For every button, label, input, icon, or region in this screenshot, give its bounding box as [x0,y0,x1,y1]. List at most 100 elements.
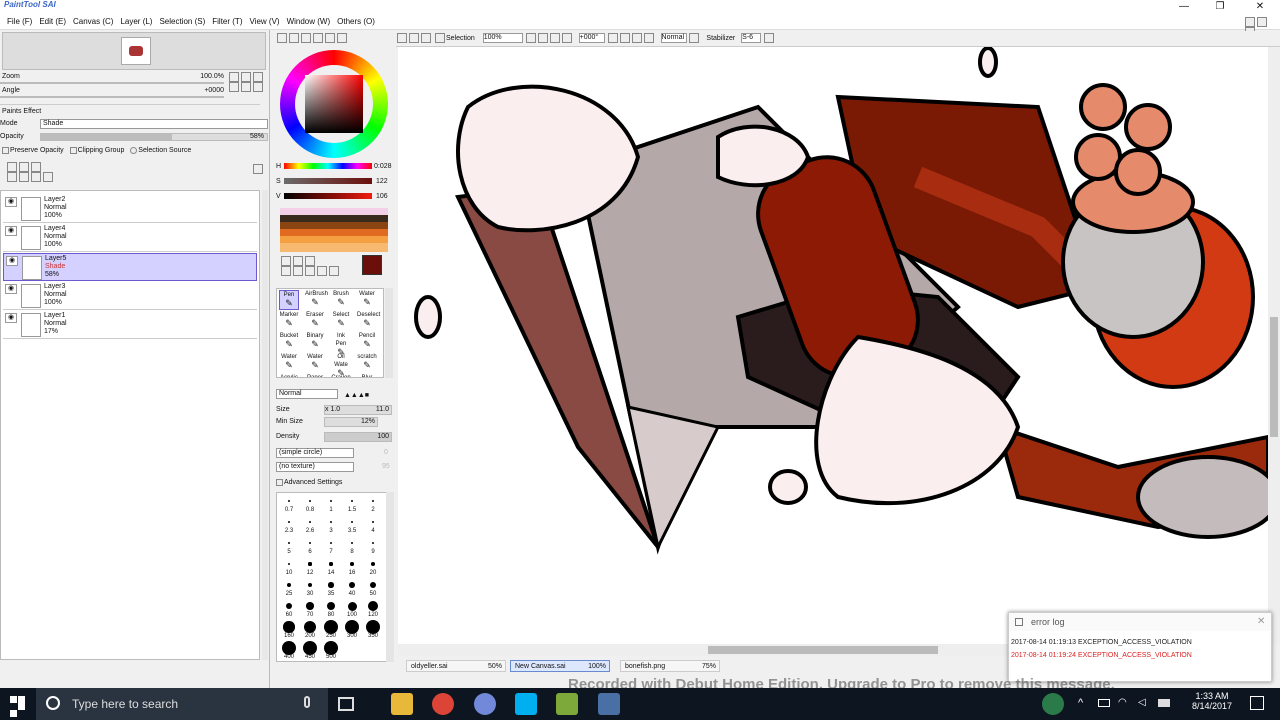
brush-size-dot[interactable] [288,500,290,502]
menu-item[interactable]: Filter (T) [212,14,242,30]
color-palette-icon[interactable] [313,33,323,43]
delete-layer-icon[interactable] [43,172,53,182]
close-button[interactable]: ✕ [1250,0,1270,14]
brush-size-dot[interactable] [309,521,311,523]
layer-list-scrollbar[interactable] [262,190,268,660]
tool-acrylic[interactable]: Acrylic✎ [279,374,299,377]
brush-size-dot[interactable] [309,500,311,502]
tool-water[interactable]: Water ✎ [279,353,299,373]
invert-selection-icon[interactable] [421,33,431,44]
blend-mode-select[interactable]: Normal [276,389,338,399]
zoom-icon[interactable] [293,266,303,276]
tool-blur[interactable]: Blur✎ [357,374,377,377]
move-icon[interactable] [281,266,291,276]
new-folder-icon[interactable] [31,162,41,172]
tool-water[interactable]: Water ✎ [305,353,325,373]
brush-size-dot[interactable] [308,562,312,566]
brush-size-dot[interactable] [368,601,378,611]
rect-select-icon[interactable] [281,256,291,266]
brush-size-dot[interactable] [369,581,377,589]
visibility-eye-icon[interactable]: ◉ [5,226,17,236]
scratchpad-icon[interactable] [337,33,347,43]
brush-size-dot[interactable] [372,500,374,502]
debut-recorder-icon[interactable] [598,693,620,715]
rotate-right-icon[interactable] [241,82,251,92]
tool-brush[interactable]: Brush ✎ [331,290,351,310]
advanced-settings-row[interactable]: Advanced Settings [272,476,396,490]
mode-select[interactable]: Shade [40,119,268,129]
error-log-close-icon[interactable]: ✕ [1257,616,1265,627]
tool-deselect[interactable]: Deselect ✎ [357,311,380,331]
tool-ink-pen[interactable]: Ink Pen ✎ [331,332,351,357]
rotate-left-icon[interactable] [229,82,239,92]
angle-slider[interactable] [0,96,224,98]
tray-overflow-icon[interactable]: ^ [1078,697,1083,709]
deselect-icon[interactable] [397,33,407,44]
color-wheel[interactable] [280,50,388,158]
keyboard-icon[interactable] [1158,699,1170,707]
menu-item[interactable]: Canvas (C) [73,14,113,30]
brush-size-dot[interactable] [351,521,353,523]
tool-bucket[interactable]: Bucket ✎ [279,332,299,352]
volume-icon[interactable]: ◁ [1138,697,1146,708]
brush-size-dot[interactable] [303,641,317,655]
hsv-sliders-icon[interactable] [301,33,311,43]
tool-airbrush[interactable]: AirBrush ✎ [305,290,328,310]
brush-size-dot[interactable] [371,541,375,545]
brush-size-dot[interactable] [329,541,333,545]
brush-size-dot[interactable] [350,562,354,566]
tool-select[interactable]: Select ✎ [331,311,351,331]
brush-size-dot[interactable] [307,582,313,588]
visibility-eye-icon[interactable]: ◉ [5,197,17,207]
canvas-mode-dropdown-icon[interactable] [689,33,700,44]
menu-item[interactable]: Others (O) [337,14,375,30]
tool-scratch[interactable]: scratch ✎ [357,353,377,373]
mdi-minimize-icon[interactable] [1245,17,1255,27]
rotate-reset-icon[interactable] [253,82,263,92]
document-tab[interactable]: oldyeller.sai 50% [406,660,506,672]
menu-item[interactable]: Selection (S) [159,14,205,30]
hue-slider[interactable] [284,163,372,169]
new-layer-icon[interactable] [7,162,17,172]
hand-icon[interactable] [317,266,327,276]
value-slider[interactable] [284,193,372,199]
tool-pencil[interactable]: Pencil ✎ [357,332,377,352]
document-tab[interactable]: bonefish.png 75% [620,660,720,672]
brush-shape-buttons[interactable]: ▲▲▲■ [344,389,388,399]
brush-size-dot[interactable] [330,521,332,523]
lasso-icon[interactable] [293,256,303,266]
texture-select[interactable]: (no texture) [276,462,354,472]
rotate-ccw-icon[interactable] [607,33,618,44]
windows-start-icon[interactable] [10,696,26,717]
mdi-restore-icon[interactable] [1257,17,1267,27]
tool-marker[interactable]: Marker ✎ [279,311,299,331]
swatches-icon[interactable] [325,33,335,43]
wifi-icon[interactable]: ◠ [1118,697,1127,708]
size-multiplier[interactable]: x 1.0 [325,406,340,413]
zoom-in-icon[interactable] [241,72,251,82]
size-slider[interactable]: x 1.0 11.0 [324,405,392,415]
zoom-out-small-icon[interactable] [525,33,536,44]
tool-eraser[interactable]: Eraser ✎ [305,311,325,331]
selection-checkbox[interactable] [434,33,445,44]
action-center-icon[interactable] [1250,696,1264,710]
zoom-reset-small-icon[interactable] [561,33,572,44]
menu-item[interactable]: File (F) [7,14,32,30]
selection-source-radio[interactable] [130,146,138,154]
brush-shape-select[interactable]: (simple circle) [276,448,354,458]
menu-item[interactable]: Edit (E) [39,14,66,30]
tool-binary[interactable]: Binary ✎ [305,332,325,352]
brush-size-dot[interactable] [329,562,333,566]
task-view-icon[interactable] [338,697,354,711]
system-clock[interactable]: 1:33 AM 8/14/2017 [1188,691,1236,711]
saturation-slider[interactable] [284,178,372,184]
zoom-out-icon[interactable] [229,72,239,82]
paints-effect-header[interactable]: Paints Effect [0,104,260,118]
chrome-icon[interactable] [432,693,454,715]
microphone-icon[interactable] [304,696,310,708]
magic-wand-icon[interactable] [305,256,315,266]
menu-item[interactable]: Window (W) [287,14,331,30]
merge-down-icon[interactable] [7,172,17,182]
stabilizer-dropdown-icon[interactable] [764,33,775,44]
maximize-button[interactable]: ❐ [1210,0,1230,14]
